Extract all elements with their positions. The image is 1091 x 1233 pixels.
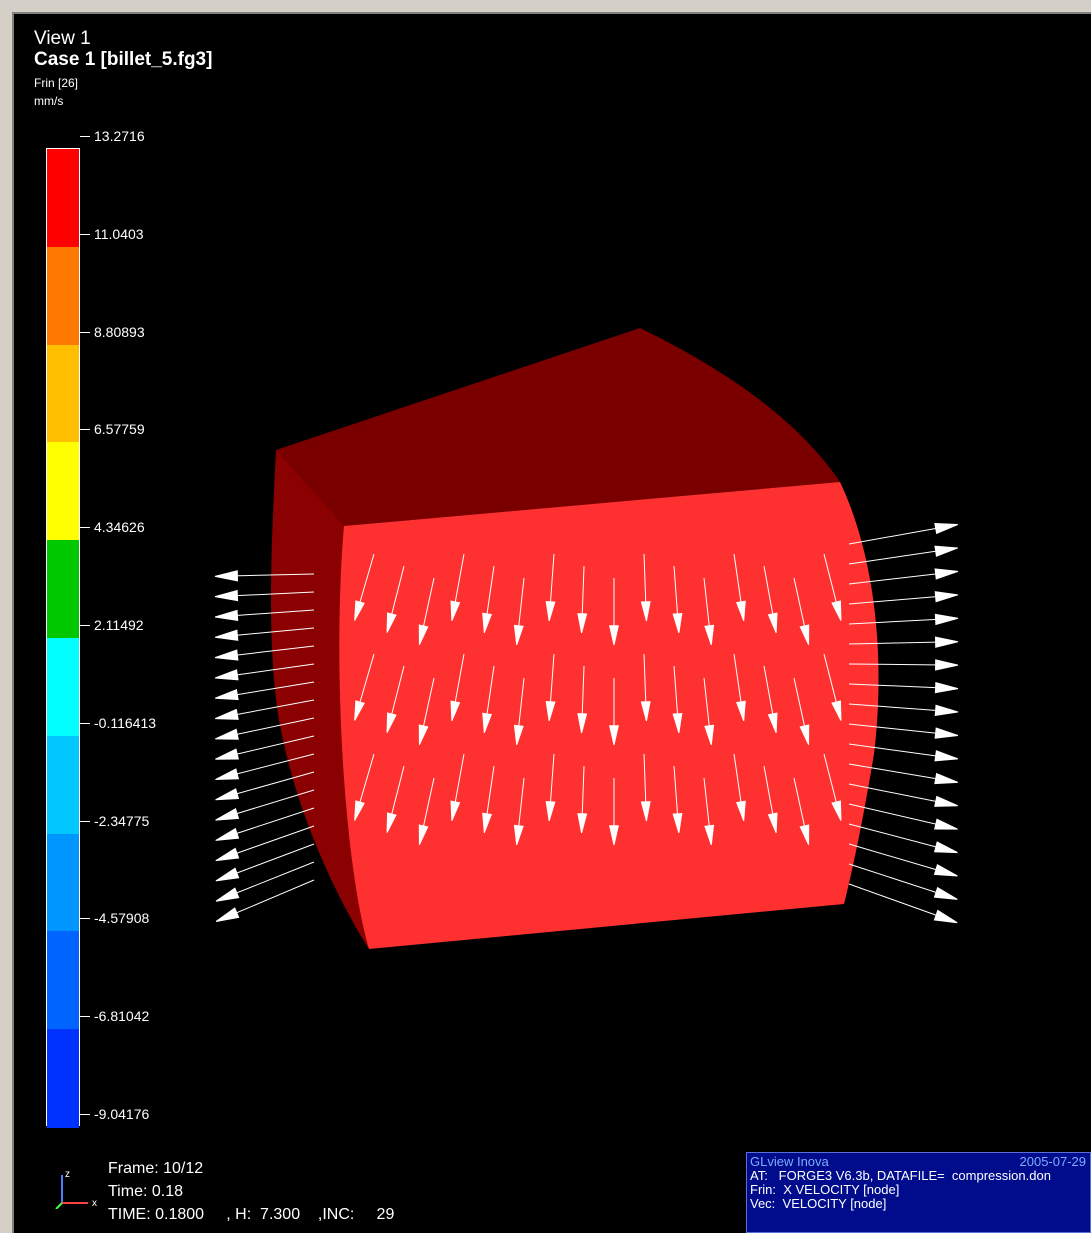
velocity-arrow-shaft [228,843,315,877]
case-title: Case 1 [billet_5.fg3] [34,49,213,70]
axis-triad-icon: z x [55,1169,97,1209]
billet-front-face [339,482,879,949]
legend-band [47,931,79,1031]
window-frame-left [0,0,12,1233]
legend-tick [80,1114,90,1115]
legend-band [47,1029,79,1128]
legend-tick-label: 2.11492 [94,617,144,633]
legend-tick [80,233,90,235]
legend-tick-label: -4.57908 [94,910,150,927]
velocity-arrow-head [215,887,240,902]
velocity-arrow-head [215,907,240,922]
velocity-arrow-shaft [228,861,315,897]
legend-band [47,735,79,835]
velocity-arrow-head [933,841,958,854]
legend-tick-label: 8.80893 [94,323,145,340]
velocity-arrow-shaft [228,825,315,857]
velocity-arrow-head [214,688,239,701]
velocity-arrow-shaft [848,823,945,850]
velocity-arrow-shaft [848,883,945,919]
legend-tick-label: -2.34775 [94,812,150,829]
velocity-arrow-head [214,609,239,622]
legend-tick [80,136,90,137]
legend-tick-label: -6.81042 [94,1008,150,1025]
legend-band [47,149,79,248]
view-title: View 1 [34,28,91,49]
billet-scene [214,328,959,949]
unit-label: mm/s [34,94,64,108]
legend-tick [80,527,90,529]
legend-tick [80,625,90,626]
velocity-arrow-head [215,807,240,821]
svg-text:z: z [65,1169,70,1180]
velocity-arrow-head [934,545,959,557]
legend-tick-label: 13.2716 [94,128,145,144]
glview-info-box: GLview Inova 2005-07-29 AT: FORGE3 V6.3b… [746,1152,1091,1233]
time-readout: Time: 0.18 [108,1183,183,1200]
velocity-arrow-head [934,772,958,785]
window-frame-top [0,0,1091,12]
velocity-arrow-head [215,847,240,862]
velocity-arrow-head [935,659,959,671]
velocity-arrow-head [934,704,959,717]
velocity-arrow-head [934,727,959,739]
legend-tick-label: 6.57759 [94,421,145,438]
velocity-arrow-head [215,788,240,801]
velocity-arrow-head [215,768,240,781]
velocity-arrow-shaft [228,879,315,917]
legend-tick-label: 4.34626 [94,519,145,536]
velocity-arrow-head [215,827,240,841]
legend-tick [80,429,90,431]
velocity-arrow-head [215,748,239,760]
glview-date: 2005-07-29 [1019,1154,1087,1169]
frame-counter: Frame: 10/12 [108,1160,204,1177]
velocity-arrow-head [934,750,959,762]
velocity-arrow-head [934,681,959,694]
legend-band [47,540,79,639]
glview-at-line: AT: FORGE3 V6.3b, DATAFILE= compression.… [750,1168,1051,1183]
variable-name: Frin [26] [34,76,79,90]
legend-band [47,246,79,346]
legend-tick [80,820,90,822]
velocity-arrow-head [214,570,239,582]
legend-tick [80,722,90,724]
legend-band [47,833,79,933]
legend-band [47,344,79,444]
legend-tick-label: -0.116413 [94,714,157,731]
svg-text:x: x [92,1198,97,1209]
legend-tick [80,918,90,920]
velocity-arrow-head [934,818,958,830]
legend-tick [80,331,90,333]
velocity-arrow-shaft [848,863,945,896]
velocity-arrow-head [214,649,239,661]
velocity-arrow-head [214,629,239,641]
velocity-arrow-head [215,708,239,720]
velocity-arrow-head [214,589,239,602]
velocity-arrow-head [934,795,958,807]
legend-tick-label: -9.04176 [94,1106,150,1122]
glview-vec-line: Vec: VELOCITY [node] [750,1196,887,1211]
velocity-arrow-head [934,613,959,626]
velocity-arrow-head [934,568,959,580]
velocity-arrow-head [933,909,958,924]
velocity-arrow-head [933,864,958,877]
color-legend [46,148,80,1128]
glview-frin-line: Frin: X VELOCITY [node] [750,1182,900,1197]
status-line: TIME: 0.1800 , H: 7.300 ,INC: 29 [108,1206,395,1223]
velocity-arrow-head [933,886,958,900]
legend-tick [80,1016,90,1018]
velocity-arrow-head [934,591,959,603]
velocity-arrow-head [215,728,239,740]
legend-band [47,638,79,737]
velocity-arrow-shaft [848,526,945,545]
velocity-arrow-head [934,636,959,648]
velocity-arrow-head [214,669,239,681]
velocity-arrow-shaft [848,803,945,827]
velocity-arrow-head [934,522,958,535]
legend-tick-label: 11.0403 [94,225,144,242]
3d-viewport[interactable]: View 1 Case 1 [billet_5.fg3] Frin [26] m… [12,12,1091,1233]
velocity-arrow-shaft [848,843,945,873]
legend-band [47,442,79,542]
velocity-arrow-head [215,867,240,882]
